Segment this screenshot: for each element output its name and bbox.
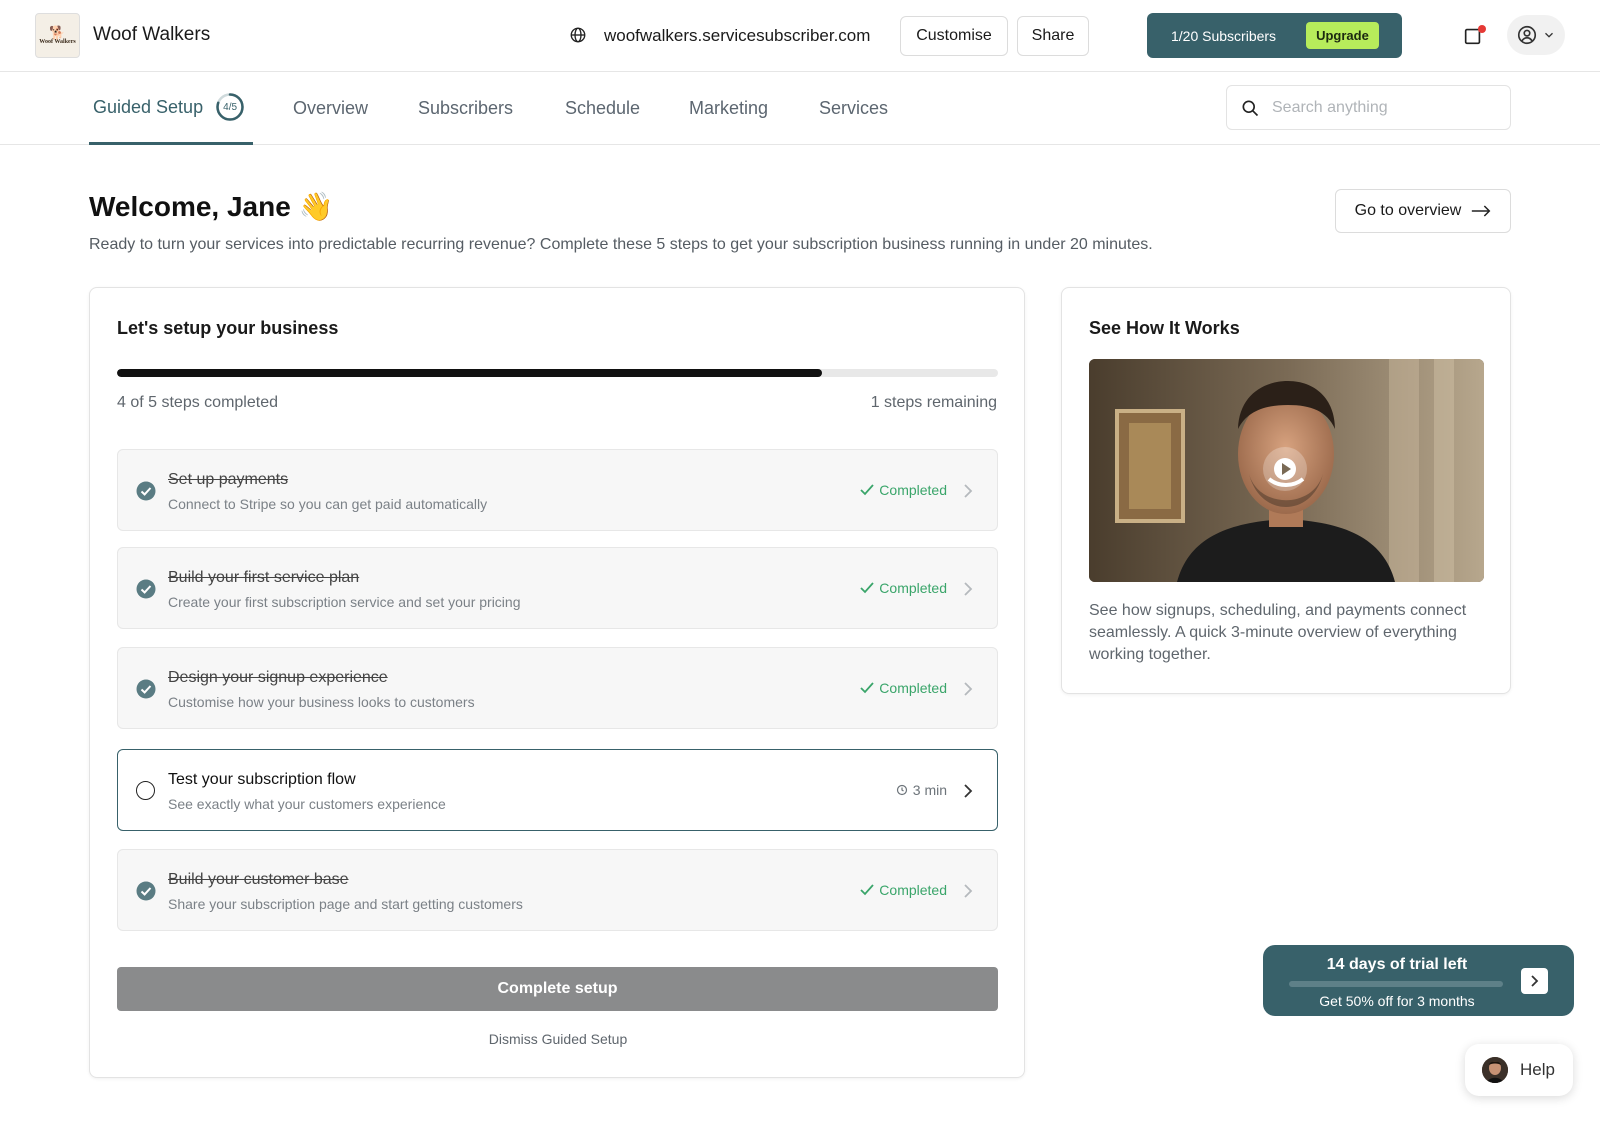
top-bar: 🐕 Woof Walkers Woof Walkers woofwalkers.…	[0, 0, 1600, 72]
chevron-right-icon	[1530, 975, 1538, 987]
status-text: Completed	[879, 882, 947, 898]
step-description: See exactly what your customers experien…	[168, 796, 446, 812]
setup-progress-ring: 4/5	[215, 92, 245, 122]
trial-offer-text: Get 50% off for 3 months	[1319, 993, 1475, 1009]
main-nav: Guided Setup 4/5 Overview Subscribers Sc…	[0, 72, 1600, 145]
tab-marketing[interactable]: Marketing	[689, 72, 768, 145]
steps-completed-text: 4 of 5 steps completed	[117, 394, 278, 411]
trial-widget[interactable]: 14 days of trial left Get 50% off for 3 …	[1263, 945, 1574, 1016]
tab-guided-setup[interactable]: Guided Setup 4/5	[89, 72, 253, 145]
check-icon	[860, 484, 874, 496]
step-title: Set up payments	[168, 471, 289, 488]
notification-badge	[1478, 25, 1486, 33]
step-description: Customise how your business looks to cus…	[168, 694, 475, 710]
setup-card: Let's setup your business 4 of 5 steps c…	[89, 287, 1025, 1078]
steps-remaining-text: 1 steps remaining	[870, 394, 997, 411]
check-circle-icon	[136, 579, 156, 599]
setup-step-test-flow[interactable]: Test your subscription flow See exactly …	[117, 749, 998, 831]
step-title: Design your signup experience	[168, 669, 388, 686]
tab-label: Guided Setup	[93, 96, 204, 117]
avatar	[1482, 1057, 1508, 1083]
setup-step-customer-base[interactable]: Build your customer base Share your subs…	[117, 849, 998, 931]
setup-progress-bar	[117, 369, 998, 377]
setup-title: Let's setup your business	[117, 318, 339, 338]
globe-icon	[570, 27, 586, 43]
tab-subscribers[interactable]: Subscribers	[418, 72, 513, 145]
empty-circle-icon	[136, 781, 155, 800]
check-circle-icon	[136, 679, 156, 699]
dog-icon: 🐕	[49, 24, 66, 40]
tab-services[interactable]: Services	[819, 72, 888, 145]
search-box	[1226, 85, 1511, 130]
setup-step-service-plan[interactable]: Build your first service plan Create you…	[117, 547, 998, 629]
share-button[interactable]: Share	[1017, 16, 1089, 56]
status-text: Completed	[879, 482, 947, 498]
user-icon	[1517, 25, 1537, 45]
time-text: 3 min	[912, 782, 947, 798]
step-title: Build your first service plan	[168, 569, 360, 586]
video-thumbnail	[1089, 359, 1484, 582]
upgrade-button[interactable]: Upgrade	[1306, 22, 1379, 49]
intro-text: Ready to turn your services into predict…	[89, 236, 1153, 253]
check-icon	[860, 884, 874, 896]
check-circle-icon	[136, 481, 156, 501]
brand-logo[interactable]: 🐕 Woof Walkers	[35, 13, 80, 58]
step-title: Build your customer base	[168, 871, 349, 888]
how-it-works-title: See How It Works	[1089, 318, 1240, 338]
status-badge: Completed	[859, 482, 947, 498]
complete-setup-button[interactable]: Complete setup	[117, 967, 998, 1011]
chevron-right-icon	[964, 484, 973, 498]
tab-overview[interactable]: Overview	[293, 72, 368, 145]
setup-step-signup-experience[interactable]: Design your signup experience Customise …	[117, 647, 998, 729]
how-it-works-description: See how signups, scheduling, and payment…	[1089, 602, 1467, 663]
site-domain-link[interactable]: woofwalkers.servicesubscriber.com	[604, 26, 870, 46]
tab-schedule[interactable]: Schedule	[565, 72, 640, 145]
chevron-right-icon	[964, 682, 973, 696]
check-icon	[860, 682, 874, 694]
arrow-right-icon	[1472, 205, 1491, 217]
status-text: Completed	[879, 580, 947, 596]
trial-days-left: 14 days of trial left	[1326, 956, 1468, 973]
help-button[interactable]: Help	[1465, 1044, 1573, 1096]
help-label: Help	[1520, 1060, 1555, 1079]
status-text: Completed	[879, 680, 947, 696]
step-title: Test your subscription flow	[168, 771, 356, 788]
chevron-right-icon	[964, 884, 973, 898]
check-icon	[860, 582, 874, 594]
brand-name: Woof Walkers	[93, 24, 211, 45]
subscriber-plan-pill: 1/20 Subscribers Upgrade	[1147, 13, 1402, 58]
status-badge: Completed	[859, 580, 947, 596]
trial-next-button[interactable]	[1521, 968, 1548, 994]
logo-text: Woof Walkers	[39, 38, 76, 45]
go-to-overview-label: Go to overview	[1354, 202, 1462, 219]
chevron-right-icon	[964, 784, 973, 798]
clock-icon	[896, 784, 907, 796]
status-badge: Completed	[859, 882, 947, 898]
dismiss-guided-setup-link[interactable]: Dismiss Guided Setup	[90, 1031, 1026, 1047]
setup-step-payments[interactable]: Set up payments Connect to Stripe so you…	[117, 449, 998, 531]
step-description: Connect to Stripe so you can get paid au…	[168, 496, 488, 512]
how-it-works-card: See How It Works See how signups, schedu…	[1061, 287, 1511, 694]
subscriber-count: 1/20 Subscribers	[1171, 27, 1277, 44]
time-estimate: 3 min	[896, 782, 947, 798]
status-badge: Completed	[859, 680, 947, 696]
step-description: Create your first subscription service a…	[168, 594, 521, 610]
search-icon	[1242, 100, 1259, 116]
setup-progress-badge: 4/5	[223, 101, 238, 113]
chevron-right-icon	[964, 582, 973, 596]
customise-button[interactable]: Customise	[900, 16, 1008, 56]
go-to-overview-button[interactable]: Go to overview	[1335, 189, 1511, 233]
search-input[interactable]	[1272, 98, 1492, 117]
chevron-down-icon	[1545, 32, 1553, 38]
check-circle-icon	[136, 881, 156, 901]
user-menu-button[interactable]	[1507, 15, 1565, 55]
page-title: Welcome, Jane 👋	[89, 191, 334, 222]
step-description: Share your subscription page and start g…	[168, 896, 523, 912]
trial-progress-bar	[1289, 981, 1503, 987]
setup-progress-fill	[117, 369, 822, 377]
how-it-works-video[interactable]	[1089, 359, 1484, 582]
